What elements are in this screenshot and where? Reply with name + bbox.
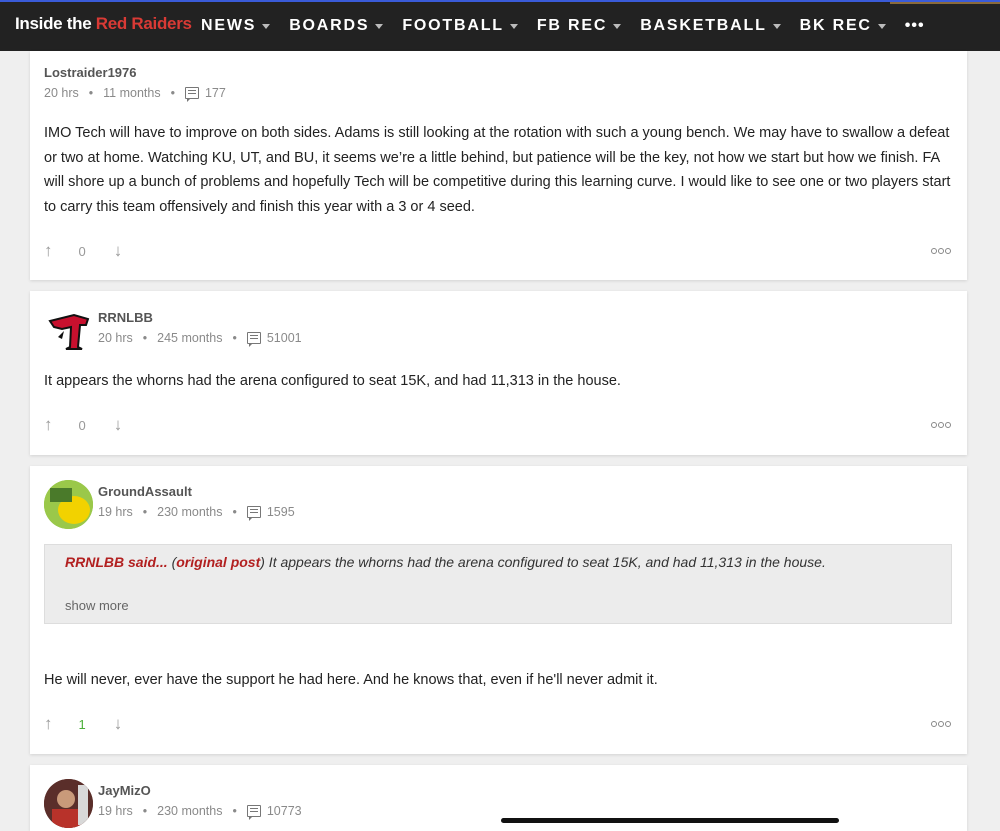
meta-separator: •: [142, 331, 148, 345]
cartoon-avatar-icon: [44, 480, 93, 529]
avatar[interactable]: [44, 779, 93, 828]
corner-image-strip: [890, 2, 1000, 4]
post-count: 51001: [266, 331, 302, 345]
post-card: GroundAssault 19 hrs • 230 months • 1595…: [30, 466, 967, 754]
vote-count: 0: [78, 417, 86, 433]
post-count: 177: [204, 86, 226, 100]
quoted-post: RRNLBB said... (original post) It appear…: [44, 544, 952, 624]
member-tenure: 11 months: [103, 86, 161, 100]
meta-separator: •: [88, 86, 94, 100]
logo-highlight: Red Raiders: [95, 14, 192, 33]
avatar[interactable]: [44, 307, 93, 356]
chevron-down-icon: [772, 24, 781, 29]
post-time: 20 hrs: [98, 331, 133, 345]
nav-item-football[interactable]: FOOTBALL: [402, 17, 518, 35]
vote-count: 0: [78, 243, 86, 259]
post-time: 19 hrs: [98, 804, 133, 818]
texas-tech-logo-icon: [48, 313, 90, 350]
nav-label: BK REC: [799, 17, 872, 34]
post-card: RRNLBB 20 hrs • 245 months • 51001 It ap…: [30, 291, 967, 455]
nav-label: FOOTBALL: [402, 17, 504, 34]
nav-item-news[interactable]: NEWS: [201, 17, 271, 35]
post-username[interactable]: GroundAssault: [98, 484, 192, 499]
meta-separator: •: [142, 505, 148, 519]
meta-separator: •: [232, 804, 237, 818]
vote-controls: ↑ 0 ↓: [44, 415, 122, 435]
avatar[interactable]: [44, 480, 93, 529]
upvote-arrow-icon[interactable]: ↑: [44, 714, 53, 734]
site-logo[interactable]: Inside the Red Raiders: [15, 14, 192, 34]
post-username[interactable]: RRNLBB: [98, 310, 153, 325]
post-body: It appears the whorns had the arena conf…: [44, 373, 621, 389]
chevron-down-icon: [375, 24, 384, 29]
message-icon: [184, 87, 199, 102]
post-body: IMO Tech will have to improve on both si…: [44, 125, 951, 215]
chevron-down-icon: [613, 24, 622, 29]
post-card: Lostraider1976 20 hrs • 11 months • 177 …: [30, 51, 967, 280]
member-tenure: 230 months: [157, 505, 223, 519]
post-time: 19 hrs: [98, 505, 133, 519]
upvote-arrow-icon[interactable]: ↑: [44, 241, 53, 261]
vote-count: 1: [78, 716, 86, 732]
nav-item-boards[interactable]: BOARDS: [289, 17, 384, 35]
show-more-link[interactable]: show more: [65, 598, 129, 613]
member-tenure: 230 months: [157, 804, 223, 818]
nav-item-basketball[interactable]: BASKETBALL: [640, 17, 781, 35]
post-count: 1595: [266, 505, 295, 519]
downvote-arrow-icon[interactable]: ↓: [114, 415, 123, 435]
member-tenure: 245 months: [157, 331, 223, 345]
post-meta: 19 hrs • 230 months • 10773: [98, 804, 302, 820]
message-icon: [246, 506, 261, 521]
chevron-down-icon: [262, 24, 271, 29]
more-menu-icon[interactable]: •••: [905, 17, 925, 35]
post-meta: 20 hrs • 11 months • 177: [44, 86, 226, 102]
nav-label: BOARDS: [289, 17, 370, 34]
downvote-arrow-icon[interactable]: ↓: [114, 241, 123, 261]
post-count: 10773: [266, 804, 302, 818]
nav-item-fb-rec[interactable]: FB REC: [536, 17, 622, 35]
quote-author: RRNLBB said...: [65, 554, 168, 570]
post-time: 20 hrs: [44, 86, 79, 100]
home-indicator[interactable]: [501, 818, 839, 823]
logo-prefix: Inside the: [15, 14, 96, 33]
top-nav-bar: Inside the Red Raiders NEWS BOARDS FOOTB…: [0, 0, 1000, 51]
nav-item-bk-rec[interactable]: BK REC: [800, 17, 886, 35]
quote-text-line: RRNLBB said... (original post) It appear…: [65, 554, 826, 570]
downvote-arrow-icon[interactable]: ↓: [114, 714, 123, 734]
post-options-icon[interactable]: [930, 718, 951, 730]
post-body: He will never, ever have the support he …: [44, 672, 658, 688]
main-nav: NEWS BOARDS FOOTBALL FB REC BASKETBALL B…: [201, 17, 925, 35]
post-options-icon[interactable]: [930, 245, 951, 257]
nav-label: FB REC: [536, 17, 608, 34]
meta-separator: •: [170, 86, 175, 100]
post-options-icon[interactable]: [930, 419, 951, 431]
post-meta: 20 hrs • 245 months • 51001: [98, 331, 302, 347]
message-icon: [246, 805, 261, 820]
meta-separator: •: [142, 804, 148, 818]
post-username[interactable]: Lostraider1976: [44, 65, 137, 80]
meta-separator: •: [232, 331, 237, 345]
message-icon: [246, 332, 261, 347]
post-username[interactable]: JayMizO: [98, 783, 151, 798]
chevron-down-icon: [509, 24, 518, 29]
quote-text: ) It appears the whorns had the arena co…: [260, 554, 826, 570]
upvote-arrow-icon[interactable]: ↑: [44, 415, 53, 435]
original-post-link[interactable]: original post: [176, 554, 260, 570]
meta-separator: •: [232, 505, 237, 519]
nav-label: BASKETBALL: [640, 17, 767, 34]
photo-avatar-icon: [44, 779, 93, 828]
vote-controls: ↑ 1 ↓: [44, 714, 122, 734]
post-meta: 19 hrs • 230 months • 1595: [98, 505, 295, 521]
vote-controls: ↑ 0 ↓: [44, 241, 122, 261]
chevron-down-icon: [877, 24, 886, 29]
nav-label: NEWS: [201, 17, 257, 34]
quote-open-paren: (: [167, 554, 177, 570]
